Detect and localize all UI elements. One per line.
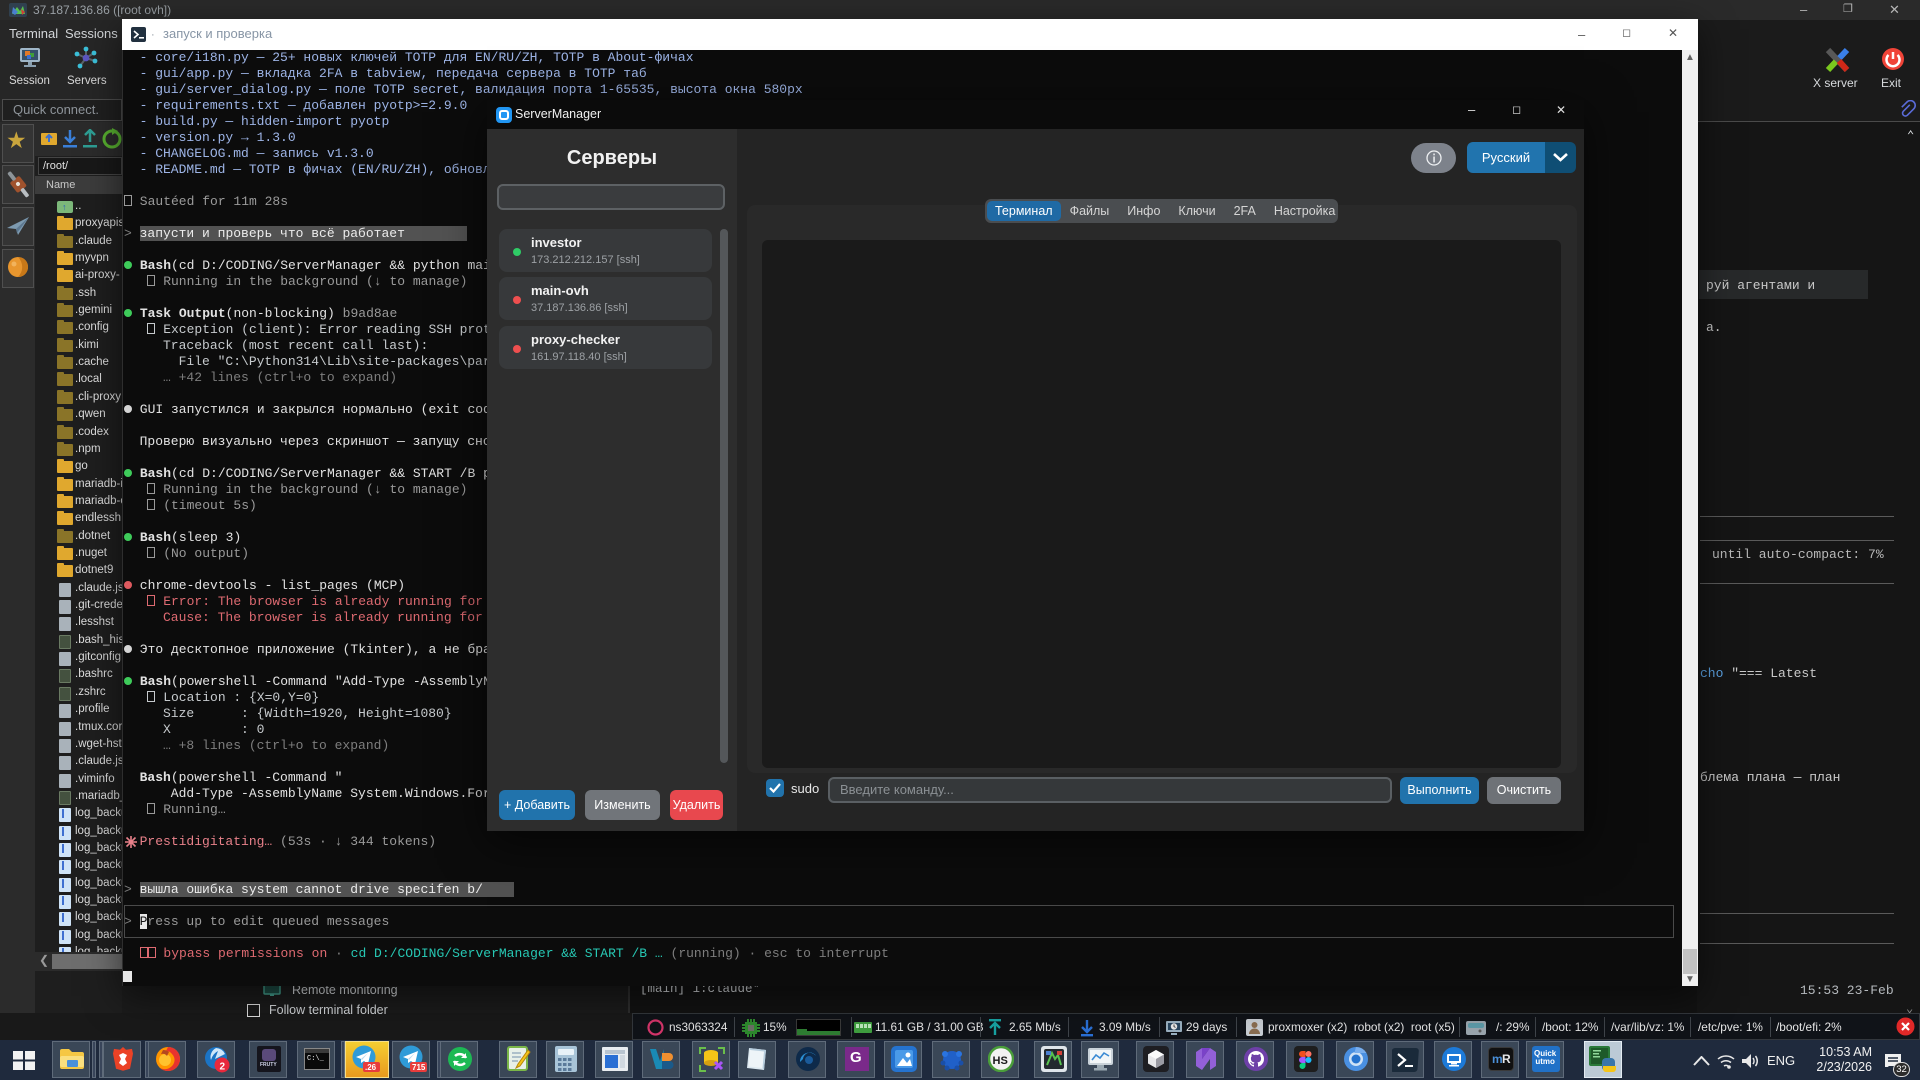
svg-text:.26: .26 xyxy=(365,1063,377,1072)
svg-text:HS: HS xyxy=(993,1055,1008,1067)
svg-text:2: 2 xyxy=(220,1062,226,1073)
svg-text:715: 715 xyxy=(412,1063,426,1072)
